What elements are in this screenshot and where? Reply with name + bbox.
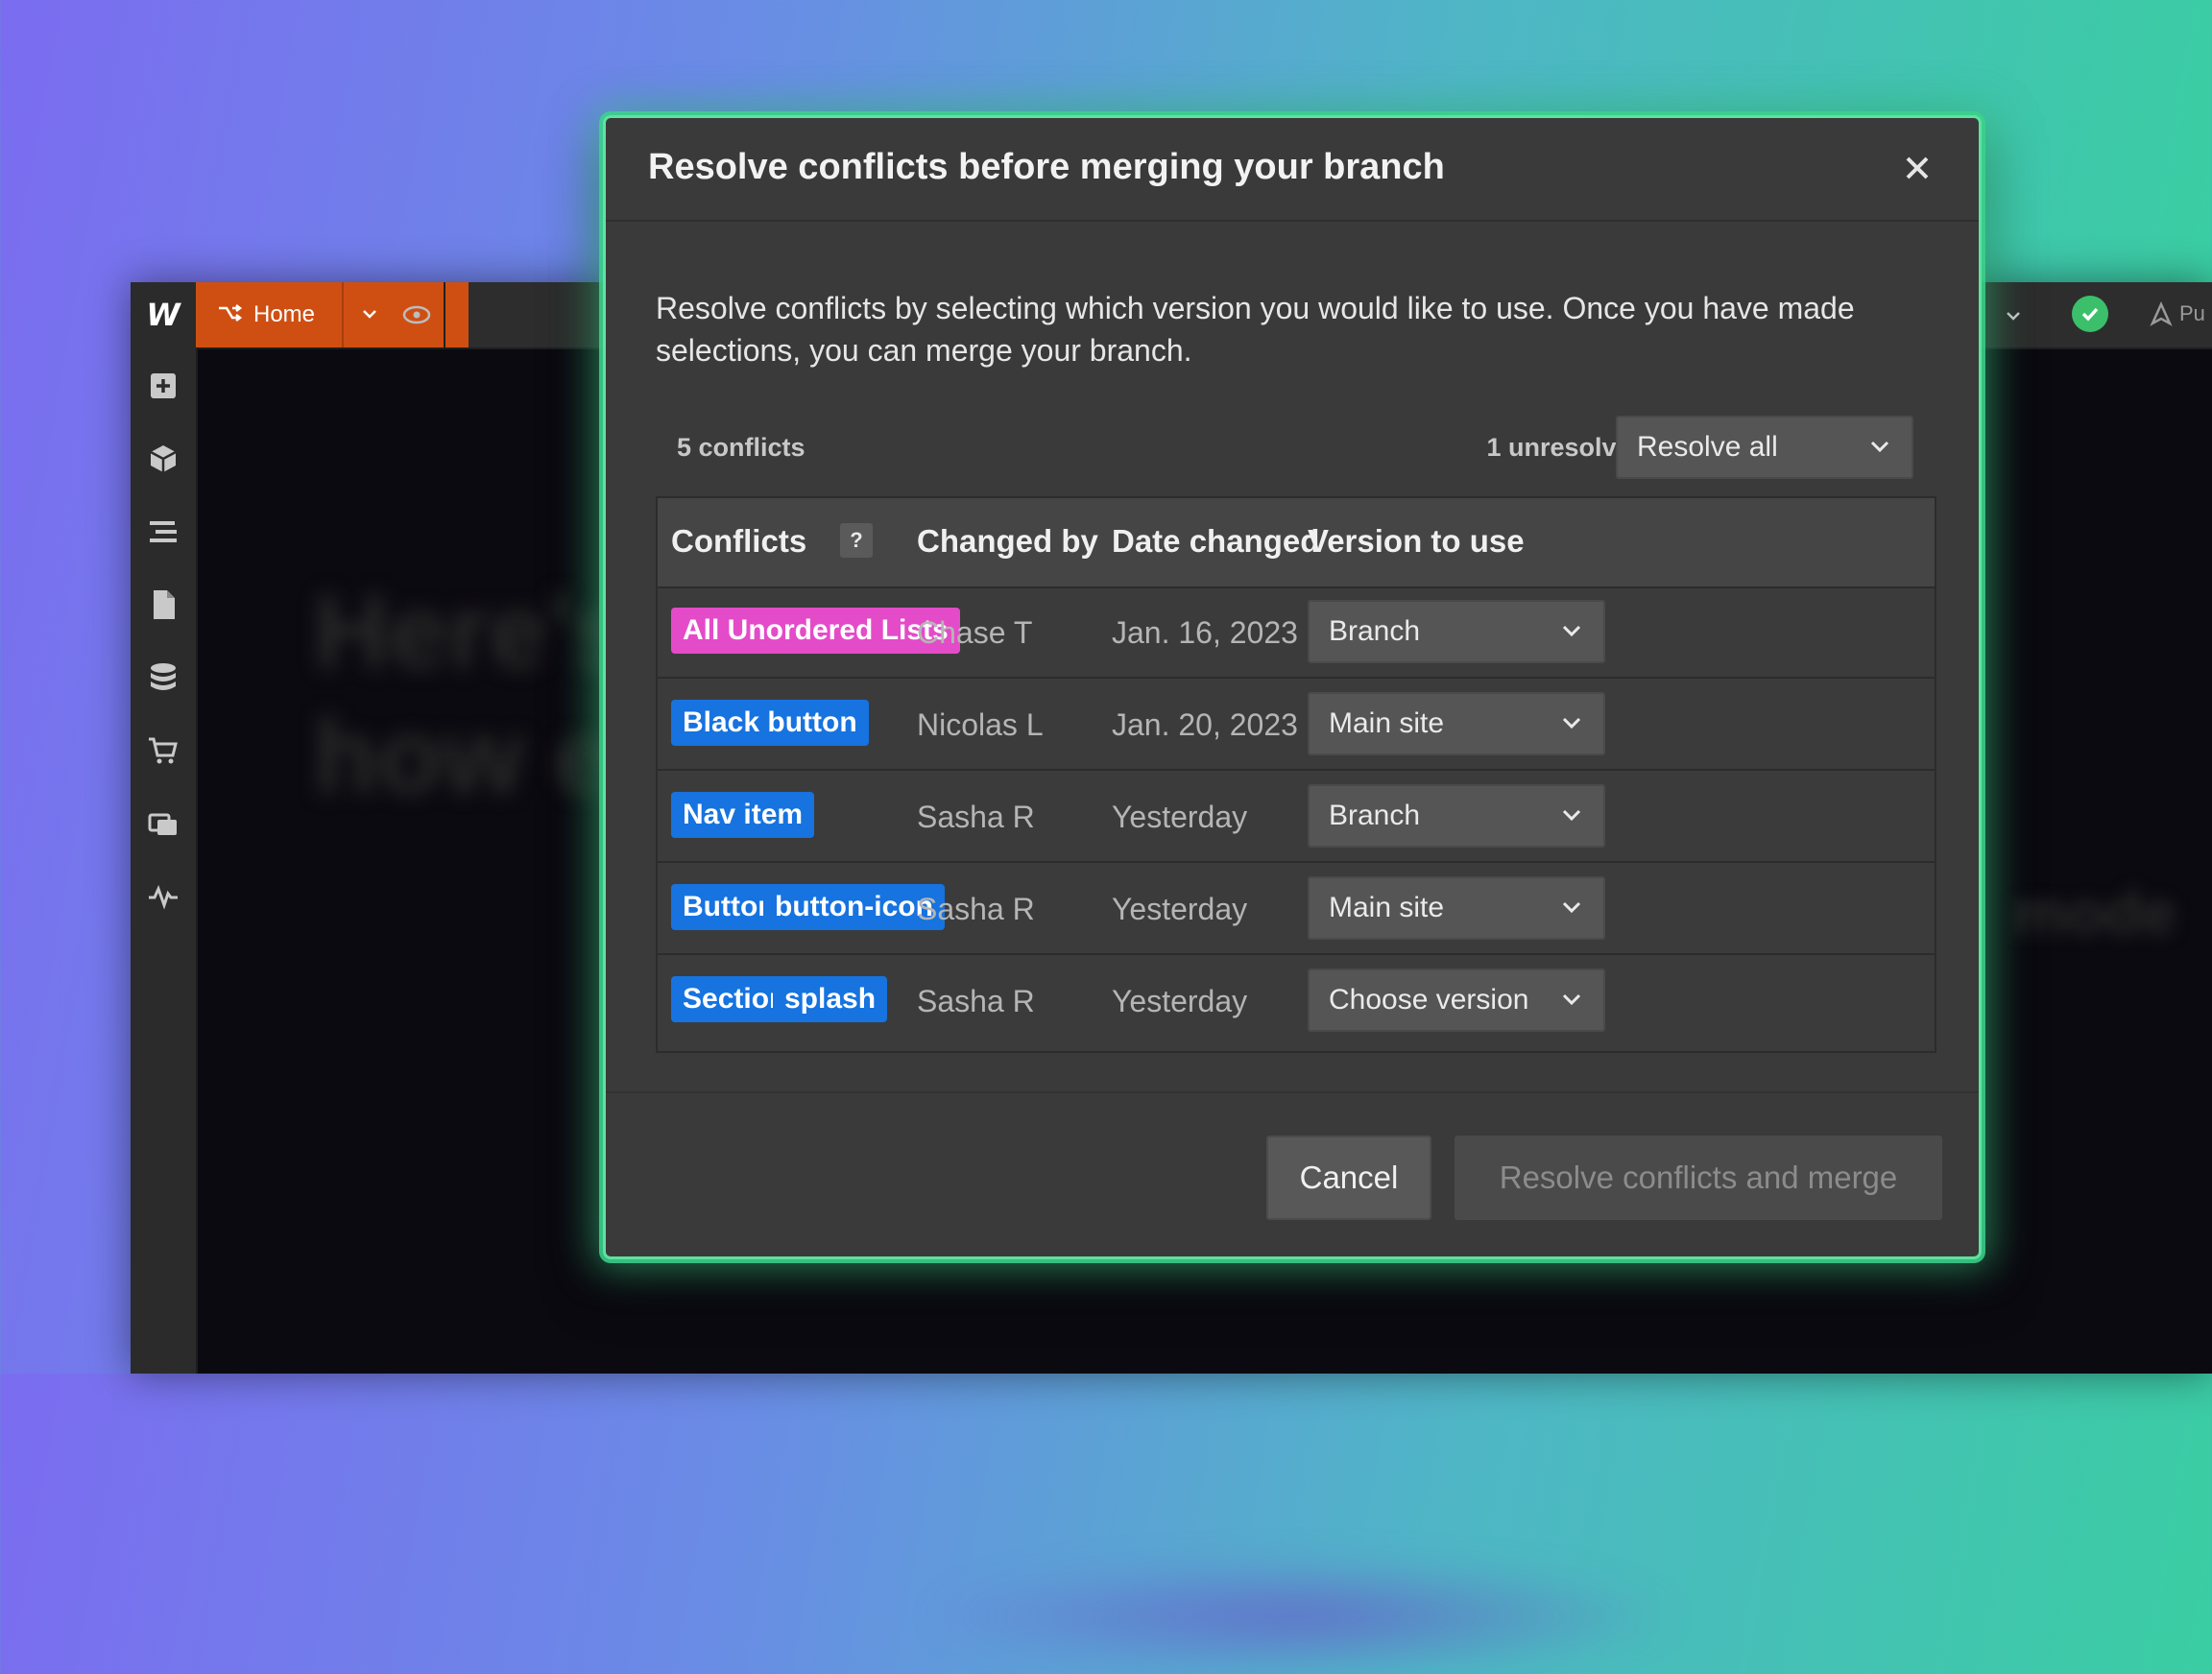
column-changed-by: Changed by — [917, 523, 1098, 559]
column-date-changed: Date changed — [1112, 523, 1320, 559]
chevron-down-icon — [1562, 993, 1581, 1006]
conflicts-table: Conflicts ? Changed by Date changed Vers… — [656, 496, 1936, 1053]
version-select-value: Choose version — [1329, 984, 1529, 1016]
version-select[interactable]: Branch — [1308, 600, 1605, 663]
table-header: Conflicts ? Changed by Date changed Vers… — [658, 498, 1935, 588]
style-tag: Black button — [671, 700, 869, 746]
publish-icon[interactable] — [2149, 301, 2174, 326]
changed-by-cell: Sasha R — [917, 800, 1035, 834]
page-selector-label: Home — [253, 301, 316, 327]
version-select[interactable]: Choose version — [1308, 969, 1605, 1032]
chevron-down-icon — [1562, 809, 1581, 822]
cancel-button[interactable]: Cancel — [1266, 1136, 1431, 1220]
canvas-glow — [918, 1559, 1686, 1674]
table-row: Button button-icon Sasha R Yesterday Mai… — [658, 863, 1935, 955]
components-icon[interactable] — [146, 442, 180, 476]
version-select[interactable]: Main site — [1308, 692, 1605, 755]
dialog-description: Resolve conflicts by selecting which ver… — [656, 291, 1855, 368]
chevron-down-icon — [1562, 901, 1581, 914]
version-select-value: Main site — [1329, 892, 1445, 923]
date-cell: Yesterday — [1112, 984, 1248, 1018]
activity-icon[interactable] — [146, 879, 180, 914]
chevron-down-icon[interactable] — [2003, 305, 2024, 326]
canvas-side-text: mode — [2012, 878, 2176, 947]
resolve-all-select[interactable]: Resolve all — [1616, 416, 1913, 479]
webflow-logo[interactable]: W — [131, 282, 196, 347]
table-row: Nav item Sasha R Yesterday Branch — [658, 771, 1935, 863]
column-version: Version to use — [1308, 523, 1525, 559]
publish-label[interactable]: Pu — [2179, 301, 2205, 326]
version-select-value: Main site — [1329, 707, 1445, 739]
pages-icon[interactable] — [146, 587, 180, 622]
version-select-value: Branch — [1329, 800, 1421, 831]
style-tag: Nav item — [671, 792, 815, 838]
table-row: Section splash Sasha R Yesterday Choose … — [658, 955, 1935, 1047]
resolve-and-merge-button[interactable]: Resolve conflicts and merge — [1455, 1136, 1942, 1220]
add-icon[interactable] — [146, 369, 180, 403]
date-cell: Jan. 20, 2023 — [1112, 707, 1298, 742]
branch-icon — [219, 304, 242, 322]
date-cell: Jan. 16, 2023 — [1112, 615, 1298, 650]
cms-icon[interactable] — [146, 660, 180, 695]
changed-by-cell: Chase T — [917, 615, 1033, 650]
table-row: Black button Nicolas L Jan. 20, 2023 Mai… — [658, 679, 1935, 771]
close-icon[interactable] — [1902, 153, 1933, 183]
chevron-down-icon — [1870, 441, 1889, 453]
dialog-footer-divider — [606, 1091, 1979, 1093]
navigator-icon[interactable] — [146, 514, 180, 549]
resolve-all-label: Resolve all — [1637, 431, 1778, 463]
version-select-value: Branch — [1329, 615, 1421, 647]
style-tag: splash — [773, 976, 888, 1022]
help-button[interactable]: ? — [840, 523, 873, 558]
column-conflicts: Conflicts — [671, 523, 807, 559]
resolve-conflicts-dialog: Resolve conflicts before merging your br… — [603, 115, 1982, 1259]
chevron-down-icon — [1562, 625, 1581, 637]
preview-eye-icon[interactable] — [399, 298, 434, 332]
version-select[interactable]: Main site — [1308, 876, 1605, 940]
chevron-down-icon[interactable] — [359, 303, 380, 324]
table-row: All Unordered Lists Chase T Jan. 16, 202… — [658, 586, 1935, 679]
version-select[interactable]: Branch — [1308, 784, 1605, 848]
conflict-count: 5 conflicts — [677, 433, 805, 462]
unresolved-count: 1 unresolved — [1486, 433, 1647, 462]
dialog-header: Resolve conflicts before merging your br… — [606, 118, 1979, 222]
changed-by-cell: Nicolas L — [917, 707, 1044, 742]
changed-by-cell: Sasha R — [917, 984, 1035, 1018]
ecommerce-cart-icon[interactable] — [146, 733, 180, 768]
changed-by-cell: Sasha R — [917, 892, 1035, 926]
status-check-icon[interactable] — [2072, 296, 2108, 332]
dialog-title: Resolve conflicts before merging your br… — [648, 147, 1445, 187]
date-cell: Yesterday — [1112, 800, 1248, 834]
chevron-down-icon — [1562, 717, 1581, 729]
assets-icon[interactable] — [146, 806, 180, 841]
date-cell: Yesterday — [1112, 892, 1248, 926]
left-toolbar — [131, 347, 198, 1374]
